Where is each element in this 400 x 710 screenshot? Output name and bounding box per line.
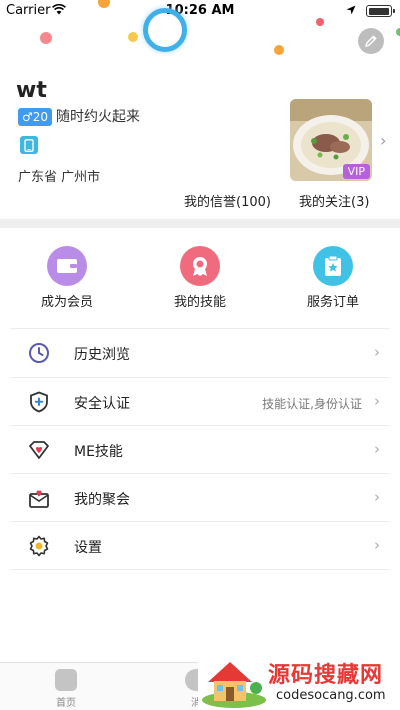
decor-dot-orange-2 — [274, 45, 284, 55]
chevron-right-icon: › — [374, 343, 380, 361]
tab-home-label: 首页 — [56, 698, 76, 709]
badge-icon — [180, 246, 220, 286]
decor-dot-red — [316, 18, 324, 26]
heart-diamond-icon — [29, 441, 49, 459]
watermark-title: 源码搜藏网 — [268, 663, 384, 688]
my-credit-link[interactable]: 我的信誉(100) — [184, 191, 271, 210]
divider — [10, 569, 390, 570]
service-orders-label: 服务订单 — [306, 295, 359, 310]
menu-item-my-parties[interactable]: 我的聚会 › — [0, 474, 400, 522]
profile-photo[interactable]: VIP — [290, 99, 372, 181]
security-subtitle: 技能认证,身份认证 — [262, 397, 362, 411]
chevron-right-icon: › — [374, 440, 380, 458]
clock-icon — [29, 343, 49, 363]
menu-label: 设置 — [74, 540, 102, 556]
menu-item-me-skills[interactable]: ME技能 › — [0, 426, 400, 474]
section-divider — [0, 219, 400, 228]
home-icon — [55, 669, 77, 691]
chevron-right-icon[interactable]: › — [380, 131, 386, 150]
menu-label: 历史浏览 — [74, 347, 130, 363]
decor-dot-pink — [40, 32, 52, 44]
tab-home[interactable]: 首页 — [36, 669, 96, 709]
username: wt — [16, 78, 47, 103]
menu-item-security[interactable]: 安全认证 技能认证,身份认证 › — [0, 378, 400, 426]
location-arrow-icon — [346, 5, 356, 15]
profile-location: 广东省 广州市 — [18, 170, 101, 185]
decor-ring — [143, 8, 187, 52]
become-member-label: 成为会员 — [40, 295, 93, 310]
decor-dot-yellow — [128, 32, 138, 42]
house-logo-icon — [202, 662, 266, 708]
gear-icon — [29, 535, 49, 557]
phone-verified-icon — [20, 136, 38, 154]
become-member-button[interactable]: 成为会员 — [22, 246, 112, 310]
battery-icon — [366, 5, 395, 17]
wallet-icon — [47, 246, 87, 286]
my-follow-link[interactable]: 我的关注(3) — [299, 191, 369, 210]
pencil-icon — [365, 35, 377, 47]
menu-label: 我的聚会 — [74, 492, 130, 508]
edit-profile-button[interactable] — [358, 28, 384, 54]
clipboard-star-icon — [313, 246, 353, 286]
menu-label: ME技能 — [74, 444, 123, 460]
service-orders-button[interactable]: 服务订单 — [288, 246, 378, 310]
status-bar: Carrier 10:26 AM — [0, 0, 400, 22]
clock-time: 10:26 AM — [165, 3, 235, 18]
chevron-right-icon: › — [374, 536, 380, 554]
profile-slogan: 随时约火起来 — [56, 109, 140, 125]
vip-badge: VIP — [342, 164, 370, 179]
watermark-url: codesocang.com — [276, 688, 386, 703]
decor-dot-green — [396, 28, 400, 36]
menu-label: 安全认证 — [74, 396, 130, 412]
menu-item-settings[interactable]: 设置 › — [0, 522, 400, 570]
gender-age-badge: ♂20 — [18, 108, 53, 126]
my-skills-button[interactable]: 我的技能 — [155, 246, 245, 310]
envelope-heart-icon — [29, 490, 49, 508]
my-skills-label: 我的技能 — [173, 295, 226, 310]
shield-plus-icon — [30, 391, 48, 413]
watermark: 源码搜藏网 codesocang.com — [198, 648, 400, 710]
menu-item-history[interactable]: 历史浏览 › — [0, 329, 400, 377]
chevron-right-icon: › — [374, 488, 380, 506]
chevron-right-icon: › — [374, 392, 380, 410]
